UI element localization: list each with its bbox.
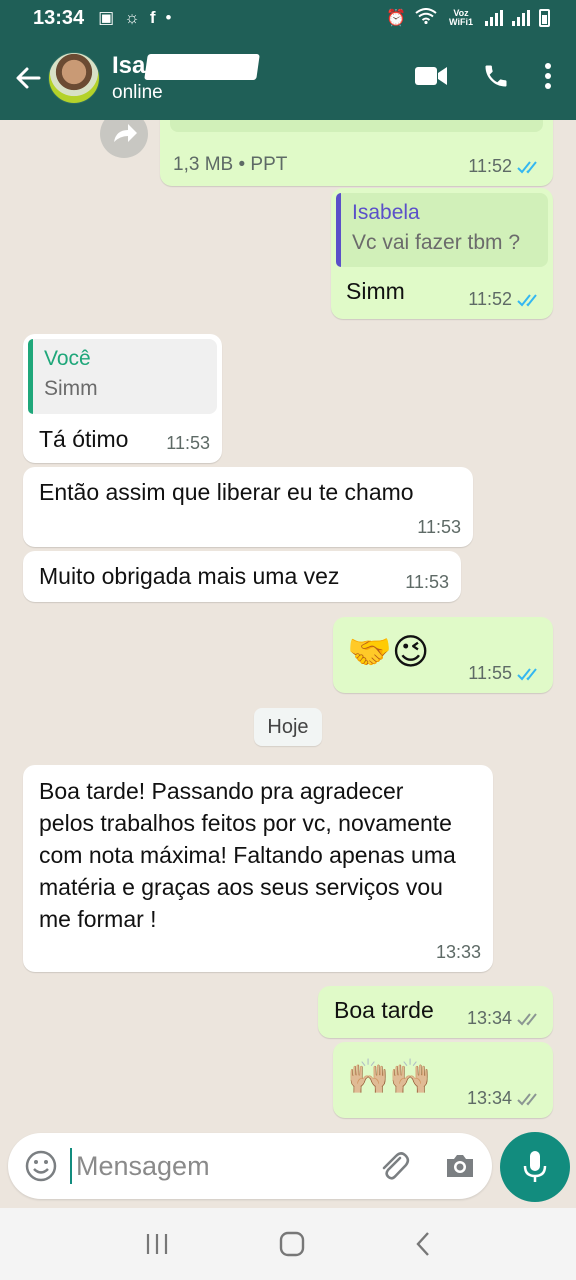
message-input[interactable]: Mensagem xyxy=(70,1148,210,1184)
system-nav-bar xyxy=(0,1208,576,1280)
more-notifications-dot: • xyxy=(165,8,172,27)
message-meta: 13:34 xyxy=(467,1088,541,1109)
more-vert-icon[interactable] xyxy=(544,62,552,95)
status-time: 13:34 xyxy=(33,6,85,29)
status-bar: 13:34 ▣ ☼ f • ⏰ Voz WiFi1 xyxy=(0,0,576,36)
message-emoji-handshake-wink[interactable]: 🤝😉 11:55 xyxy=(333,617,553,693)
emoji-icon[interactable] xyxy=(24,1149,58,1183)
message-time: 13:33 xyxy=(435,942,481,962)
home-nav-icon[interactable] xyxy=(279,1231,305,1257)
message-boa-tarde[interactable]: Boa tarde 13:34 xyxy=(318,986,553,1038)
chat-area[interactable]: 1,3 MB • PPT 11:52 Isabela Vc vai fazer … xyxy=(0,120,576,1130)
message-time: 13:34 xyxy=(466,1008,512,1028)
contact-avatar[interactable] xyxy=(48,52,100,104)
facebook-notification-icon: f xyxy=(149,8,156,27)
quoted-message[interactable]: Isabela Vc vai fazer tbm ? xyxy=(336,193,548,267)
read-ticks-icon xyxy=(517,667,541,681)
attach-icon[interactable] xyxy=(378,1149,410,1183)
back-nav-icon[interactable] xyxy=(415,1231,431,1257)
message-emoji-text: 🤝😉 xyxy=(347,631,430,672)
quote-text: Vc vai fazer tbm ? xyxy=(352,231,521,254)
message-muito-obrigada[interactable]: Muito obrigada mais uma vez 11:53 xyxy=(23,551,461,602)
message-time: 11:55 xyxy=(468,663,512,683)
date-separator: Hoje xyxy=(254,708,322,746)
message-boa-tarde-long[interactable]: Boa tarde! Passando pra agradecer pelos … xyxy=(23,765,493,972)
message-text: Boa tarde! Passando pra agradecer pelos … xyxy=(39,778,456,932)
read-ticks-icon xyxy=(517,160,541,174)
contact-name: Isa xyxy=(112,52,260,80)
read-ticks-icon xyxy=(517,293,541,307)
quote-author: Isabela xyxy=(352,201,420,224)
message-time: 11:53 xyxy=(166,433,210,453)
message-meta: 11:53 xyxy=(405,572,449,593)
alarm-icon: ⏰ xyxy=(386,10,406,27)
message-text: Muito obrigada mais uma vez xyxy=(39,563,340,589)
weather-notification-icon: ☼ xyxy=(124,8,140,27)
message-text: Tá ótimo xyxy=(39,426,129,452)
message-emoji-text: 🙌🏼🙌🏼 xyxy=(347,1058,432,1096)
message-meta: 13:34 xyxy=(467,1008,541,1029)
signal-icon xyxy=(485,10,503,26)
forward-icon[interactable] xyxy=(100,120,148,158)
message-text: Boa tarde xyxy=(334,997,434,1023)
signal-icon-2 xyxy=(512,10,530,26)
message-text: Simm xyxy=(346,278,405,304)
mic-button[interactable] xyxy=(500,1132,570,1202)
message-meta: 11:53 xyxy=(417,517,461,538)
contact-status: online xyxy=(112,82,163,103)
file-meta: 1,3 MB • PPT xyxy=(173,154,288,175)
message-meta: 11:53 xyxy=(166,433,210,454)
message-entao-assim[interactable]: Então assim que liberar eu te chamo 11:5… xyxy=(23,467,473,547)
message-text: Então assim que liberar eu te chamo xyxy=(39,479,414,505)
message-time: 11:53 xyxy=(405,572,449,592)
redaction-mark xyxy=(144,54,260,80)
mic-icon xyxy=(522,1149,548,1185)
phone-icon[interactable] xyxy=(482,62,510,95)
quote-bar xyxy=(336,193,341,267)
back-arrow-icon[interactable] xyxy=(8,58,48,98)
message-time: 11:53 xyxy=(417,517,461,537)
battery-icon xyxy=(539,9,550,27)
message-time: 11:52 xyxy=(468,289,512,309)
message-meta: 11:52 xyxy=(468,289,541,310)
delivered-ticks-icon xyxy=(517,1092,541,1106)
message-meta: 11:52 xyxy=(468,156,541,177)
recents-nav-icon[interactable] xyxy=(145,1233,169,1255)
chat-header: Isa online xyxy=(0,36,576,120)
video-call-icon[interactable] xyxy=(414,64,448,93)
message-reply-simm[interactable]: Isabela Vc vai fazer tbm ? Simm 11:52 xyxy=(331,188,553,319)
wifi-icon xyxy=(415,7,437,29)
quoted-message[interactable]: Você Simm xyxy=(28,339,217,414)
message-meta: 13:33 xyxy=(436,942,481,963)
message-composer[interactable]: Mensagem xyxy=(8,1133,492,1199)
camera-icon[interactable] xyxy=(444,1152,476,1180)
quote-text: Simm xyxy=(44,377,98,400)
message-time: 11:52 xyxy=(468,156,512,176)
voz-wifi-label: Voz WiFi1 xyxy=(449,8,473,27)
delivered-ticks-icon xyxy=(517,1012,541,1026)
file-preview-strip xyxy=(170,120,543,132)
message-file-ppt[interactable]: 1,3 MB • PPT 11:52 xyxy=(160,120,553,186)
gallery-notification-icon: ▣ xyxy=(98,8,115,27)
contact-info[interactable]: Isa online xyxy=(112,52,260,104)
message-time: 13:34 xyxy=(466,1088,512,1108)
quote-bar xyxy=(28,339,33,414)
message-meta: 11:55 xyxy=(468,663,541,684)
message-emoji-raised-hands[interactable]: 🙌🏼🙌🏼 13:34 xyxy=(333,1042,553,1118)
quote-author: Você xyxy=(44,347,91,370)
message-reply-ta-otimo[interactable]: Você Simm Tá ótimo 11:53 xyxy=(23,334,222,463)
